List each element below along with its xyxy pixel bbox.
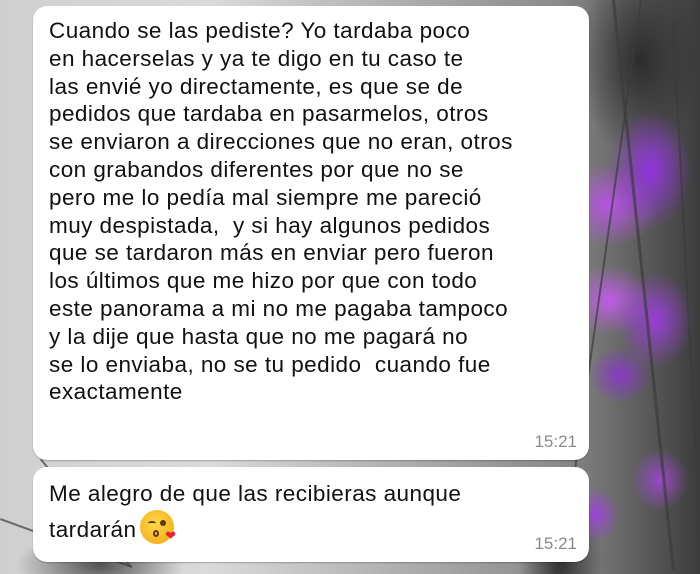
message-bubble[interactable]: Me alegro de que las recibieras aunque t… bbox=[33, 467, 589, 562]
message-text: Cuando se las pediste? Yo tardaba poco e… bbox=[49, 18, 513, 405]
kissing-face-with-heart-emoji-icon: ❤ bbox=[140, 510, 176, 544]
message-timestamp: 15:21 bbox=[534, 432, 577, 451]
message-timestamp: 15:21 bbox=[534, 534, 577, 553]
message-bubble[interactable]: Cuando se las pediste? Yo tardaba poco e… bbox=[33, 6, 589, 460]
wallpaper-stem bbox=[672, 19, 700, 574]
message-text: Me alegro de que las recibieras aunque t… bbox=[49, 477, 461, 546]
message-text-content: Me alegro de que las recibieras aunque t… bbox=[49, 481, 462, 542]
wallpaper-stem bbox=[612, 0, 675, 571]
